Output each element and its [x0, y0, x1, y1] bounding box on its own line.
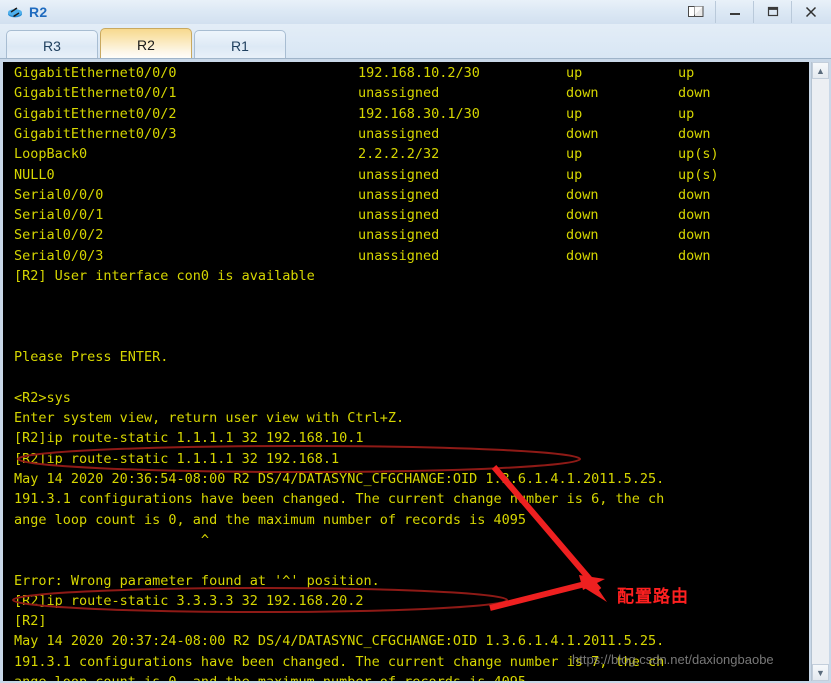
- scroll-down-icon[interactable]: ▼: [812, 664, 829, 681]
- interface-physical-status: down: [566, 186, 599, 203]
- interface-physical-status: down: [566, 227, 599, 244]
- interface-physical-status: up: [566, 146, 583, 163]
- tab-r3[interactable]: R3: [6, 30, 98, 60]
- terminal-line: ange loop count is 0, and the maximum nu…: [14, 511, 527, 528]
- interface-ip: 192.168.30.1/30: [358, 105, 480, 122]
- terminal-line: [R2] User interface con0 is available: [14, 268, 315, 284]
- terminal-line: 191.3.1 configurations have been changed…: [14, 653, 665, 670]
- terminal-line: [R2]ip route-static 3.3.3.3 32 192.168.2…: [14, 592, 364, 609]
- interface-protocol-status: down: [678, 207, 711, 224]
- terminal-line: Please Press ENTER.: [14, 349, 169, 366]
- interface-protocol-status: down: [678, 247, 711, 264]
- interface-protocol-status: up: [678, 105, 695, 122]
- interface-ip: 2.2.2.2/32: [358, 146, 440, 163]
- interface-protocol-status: down: [678, 186, 711, 203]
- tab-label: R3: [43, 37, 61, 54]
- interface-name: GigabitEthernet0/0/0: [14, 65, 177, 81]
- interface-name: NULL0: [14, 166, 55, 183]
- interface-physical-status: down: [566, 247, 599, 264]
- interface-name: GigabitEthernet0/0/1: [14, 85, 177, 102]
- window-controls: [677, 0, 829, 24]
- terminal-line: [R2]ip route-static 1.1.1.1 32 192.168.1…: [14, 430, 364, 447]
- watermark: https://blog.csdn.net/daxiongbaobe: [572, 652, 774, 667]
- terminal-output[interactable]: GigabitEthernet0/0/0 192.168.10.2/30 up up G…: [3, 62, 809, 681]
- terminal-line: 191.3.1 configurations have been changed…: [14, 491, 665, 508]
- interface-ip: unassigned: [358, 85, 440, 102]
- tab-label: R2: [137, 36, 155, 53]
- tab-r2[interactable]: R2: [100, 28, 192, 60]
- restore-window-button[interactable]: [677, 1, 715, 23]
- interface-name: Serial0/0/0: [14, 186, 104, 203]
- scroll-up-icon[interactable]: ▲: [812, 62, 829, 79]
- terminal-line: ^: [14, 531, 210, 548]
- interface-name: Serial0/0/2: [14, 227, 104, 244]
- interface-protocol-status: down: [678, 125, 711, 142]
- terminal-line: [R2]ip route-static 1.1.1.1 32 192.168.1: [14, 450, 340, 467]
- interface-protocol-status: down: [678, 227, 711, 244]
- terminal-line: <R2>sys: [14, 389, 71, 406]
- tab-label: R1: [231, 37, 249, 54]
- router-icon: [6, 3, 24, 21]
- interface-physical-status: down: [566, 125, 599, 142]
- scrollbar-track[interactable]: [812, 79, 829, 664]
- interface-protocol-status: down: [678, 85, 711, 102]
- terminal-line: May 14 2020 20:37:24-08:00 R2 DS/4/DATAS…: [14, 633, 665, 650]
- terminal-line: Error: Wrong parameter found at '^' posi…: [14, 572, 380, 589]
- tab-r1[interactable]: R1: [194, 30, 286, 60]
- interface-ip: unassigned: [358, 166, 440, 183]
- terminal-frame: GigabitEthernet0/0/0 192.168.10.2/30 up up G…: [0, 58, 831, 683]
- interface-name: Serial0/0/1: [14, 207, 104, 224]
- interface-protocol-status: up(s): [678, 166, 719, 183]
- terminal-line: ange loop count is 0, and the maximum nu…: [14, 672, 526, 681]
- terminal-line: May 14 2020 20:36:54-08:00 R2 DS/4/DATAS…: [14, 471, 665, 487]
- terminal-line: [R2]: [14, 613, 47, 630]
- close-window-button[interactable]: [791, 1, 829, 23]
- interface-ip: unassigned: [358, 227, 440, 244]
- interface-protocol-status: up: [678, 65, 695, 81]
- interface-physical-status: down: [566, 85, 599, 102]
- annotation-label-configure-route: 配置路由: [617, 587, 689, 607]
- interface-name: GigabitEthernet0/0/2: [14, 105, 177, 122]
- interface-physical-status: down: [566, 207, 599, 224]
- interface-physical-status: up: [566, 166, 583, 183]
- interface-ip: unassigned: [358, 207, 440, 224]
- minimize-window-button[interactable]: [715, 1, 753, 23]
- interface-physical-status: up: [566, 105, 583, 122]
- terminal-scrollbar[interactable]: ▲ ▼: [811, 62, 829, 681]
- interface-ip: unassigned: [358, 247, 440, 264]
- interface-name: LoopBack0: [14, 146, 88, 163]
- interface-protocol-status: up(s): [678, 146, 719, 163]
- interface-ip: unassigned: [358, 125, 440, 142]
- interface-name: Serial0/0/3: [14, 247, 104, 264]
- interface-physical-status: up: [566, 65, 583, 81]
- interface-ip: unassigned: [358, 186, 440, 203]
- window-title: R2: [29, 4, 48, 20]
- interface-name: GigabitEthernet0/0/3: [14, 125, 177, 142]
- maximize-window-button[interactable]: [753, 1, 791, 23]
- router-console-window: R2 R3 R2 R1 GigabitEthernet0/0/0 192.168…: [0, 0, 831, 683]
- terminal-line: Enter system view, return user view with…: [14, 410, 405, 427]
- interface-ip: 192.168.10.2/30: [358, 65, 480, 81]
- device-tab-strip: R3 R2 R1: [0, 24, 831, 60]
- title-bar: R2: [0, 0, 831, 24]
